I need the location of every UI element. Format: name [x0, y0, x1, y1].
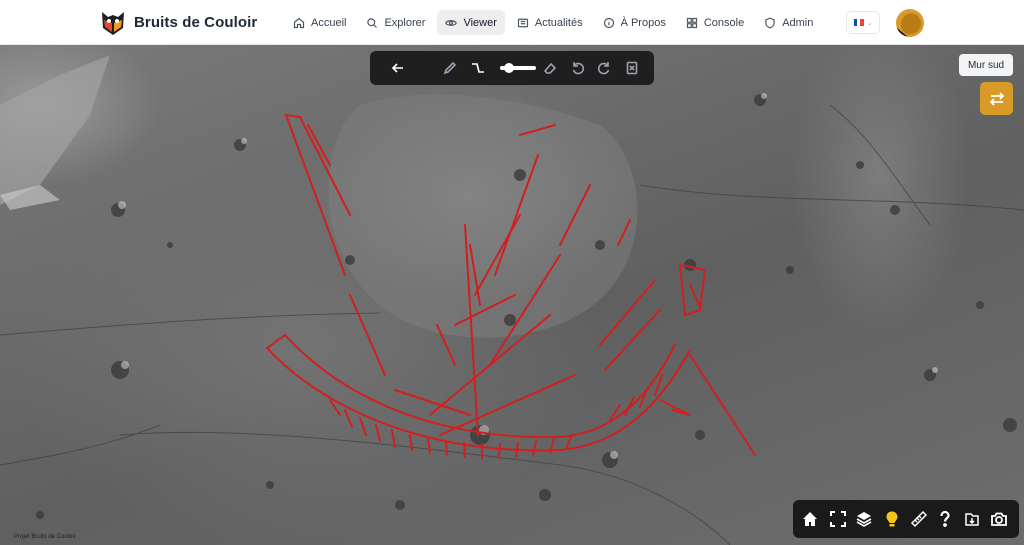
screenshot-button[interactable] [990, 510, 1008, 528]
export-icon [965, 513, 979, 526]
avatar-image [896, 13, 922, 37]
layers-icon [856, 512, 872, 527]
nav-label: Viewer [463, 16, 497, 29]
layers-button[interactable] [855, 510, 873, 528]
undo-button[interactable] [570, 60, 586, 76]
home-icon [803, 512, 817, 526]
slider-thumb[interactable] [504, 63, 514, 73]
image-credit: Projet Bruits de Couloir [14, 534, 76, 540]
nav-label: Admin [782, 16, 814, 29]
eraser-button[interactable] [542, 60, 558, 76]
brand[interactable]: Bruits de Couloir [100, 8, 257, 36]
brand-name: Bruits de Couloir [134, 13, 258, 31]
newspaper-icon [517, 18, 528, 27]
nav-actualites[interactable]: Actualités [509, 10, 591, 35]
nav-label: Accueil [311, 16, 347, 29]
drawing-toolbar [370, 51, 654, 85]
french-flag-icon [853, 19, 864, 26]
back-button[interactable] [390, 60, 406, 76]
viewer-canvas[interactable]: Mur sud Projet Bruits de Couloir [0, 45, 1024, 545]
clear-icon [626, 61, 638, 75]
redo-button[interactable] [596, 60, 612, 76]
nav-label: Explorer [384, 16, 426, 29]
home-icon [293, 17, 305, 28]
swap-arrows-icon [989, 91, 1004, 106]
camera-icon [991, 512, 1007, 526]
clear-button[interactable] [624, 60, 640, 76]
nav-viewer[interactable]: Viewer [437, 10, 505, 35]
arrow-left-icon [391, 63, 403, 73]
export-button[interactable] [963, 510, 981, 528]
nav-explorer[interactable]: Explorer [358, 10, 433, 35]
eraser-icon [543, 62, 557, 74]
redo-icon [597, 62, 610, 75]
nav-label: À Propos [620, 16, 666, 29]
viewer-controls [793, 500, 1019, 538]
pencil-icon [443, 61, 457, 75]
eye-icon [445, 19, 458, 26]
nav-console[interactable]: Console [678, 10, 752, 35]
main-nav: Accueil Explorer Viewer Actualités À Pro… [285, 10, 821, 35]
search-icon [367, 17, 378, 28]
user-avatar[interactable] [896, 9, 924, 37]
stone-relief-image [0, 55, 1024, 545]
swap-wall-button[interactable] [980, 82, 1013, 115]
owl-logo-icon [102, 12, 124, 35]
fullscreen-icon [830, 511, 846, 527]
language-selector[interactable]: ⌄ [846, 11, 880, 34]
chevron-down-icon: ⌄ [866, 19, 873, 27]
fullscreen-button[interactable] [829, 510, 847, 528]
lighting-button[interactable] [883, 510, 901, 528]
undo-icon [572, 62, 585, 75]
top-navbar: Bruits de Couloir Accueil Explorer Viewe… [0, 0, 1024, 45]
grid-icon [686, 17, 697, 28]
shield-icon [765, 16, 775, 29]
ruler-icon [910, 510, 928, 528]
nav-label: Actualités [534, 16, 583, 29]
pencil-button[interactable] [442, 60, 458, 76]
nav-a-propos[interactable]: À Propos [595, 10, 674, 35]
info-icon [603, 17, 614, 28]
lightbulb-icon [886, 511, 898, 527]
help-button[interactable] [936, 510, 954, 528]
flag-stripe [860, 19, 864, 26]
home-view-button[interactable] [801, 510, 819, 528]
polyline-button[interactable] [470, 60, 486, 76]
nav-admin[interactable]: Admin [756, 10, 821, 35]
wall-tooltip: Mur sud [959, 54, 1013, 76]
nav-label: Console [703, 16, 745, 29]
measure-button[interactable] [910, 510, 928, 528]
nav-accueil[interactable]: Accueil [285, 10, 354, 35]
help-icon [940, 510, 950, 527]
polyline-icon [472, 63, 484, 73]
